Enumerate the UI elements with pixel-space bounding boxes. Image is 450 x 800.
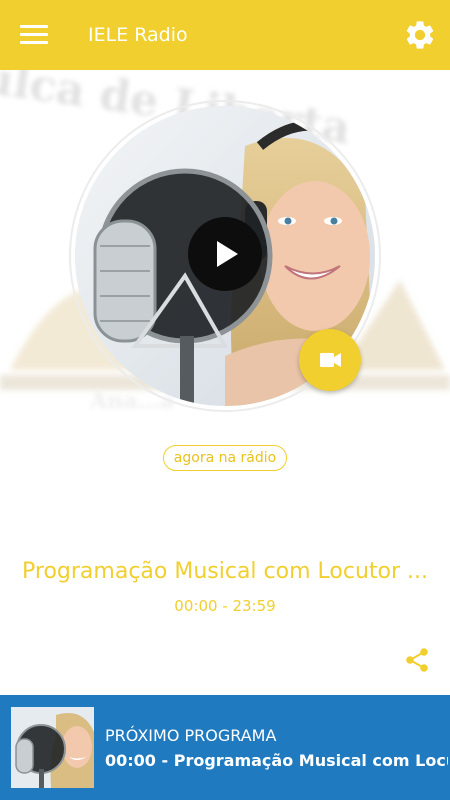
play-button[interactable] <box>188 217 262 291</box>
next-program-title: 00:00 - Programação Musical com Locu... <box>105 751 448 770</box>
video-camera-icon <box>320 353 341 367</box>
app-title: IELE Radio <box>88 24 188 46</box>
next-program-bar[interactable]: PRÓXIMO PROGRAMA 00:00 - Programação Mus… <box>0 695 450 800</box>
video-button[interactable] <box>299 329 361 391</box>
program-thumbnail <box>11 707 94 788</box>
hamburger-menu-icon[interactable] <box>20 23 50 47</box>
share-icon[interactable] <box>404 647 430 673</box>
next-program-label: PRÓXIMO PROGRAMA <box>105 726 277 745</box>
current-program-title: Programação Musical com Locutor ... <box>22 559 428 584</box>
top-app-bar: IELE Radio <box>0 0 450 70</box>
app-screen: IELE Radio ulca de Liberta Ana...a agora… <box>0 0 450 800</box>
gear-icon[interactable] <box>403 18 437 52</box>
now-playing-badge: agora na rádio <box>163 445 287 471</box>
current-program-time: 00:00 - 23:59 <box>174 597 276 615</box>
play-icon <box>217 241 238 267</box>
